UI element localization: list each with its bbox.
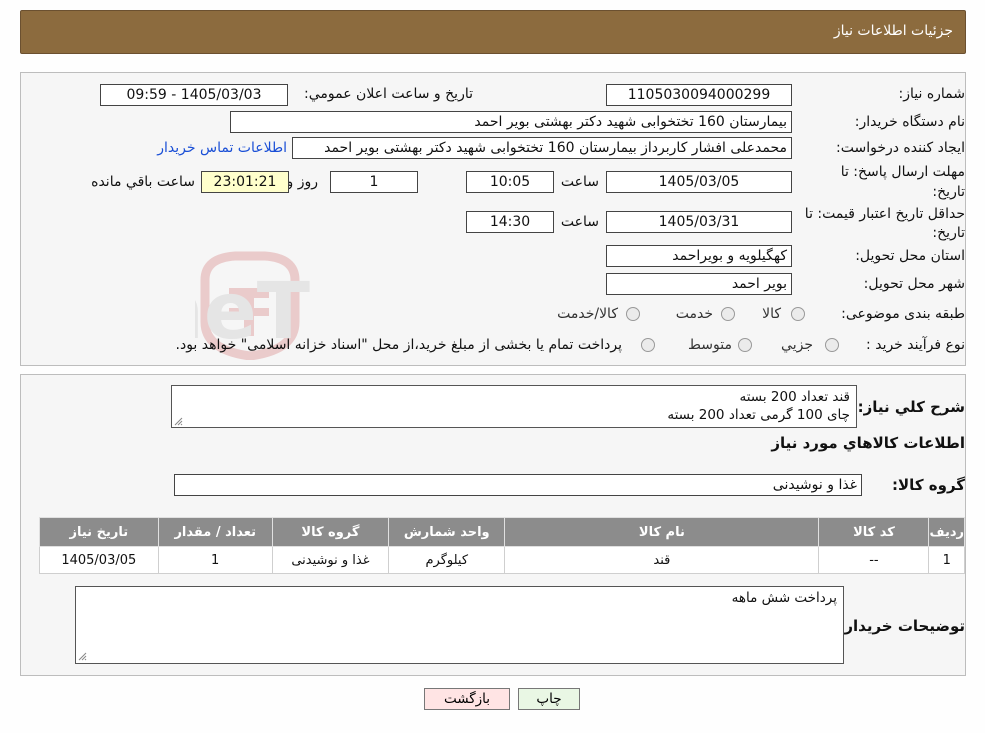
page-header: جزئیات اطلاعات نیاز xyxy=(20,10,966,54)
process-option-medium: متوسط xyxy=(688,337,732,353)
resize-grip-icon[interactable] xyxy=(78,652,87,661)
col-need-date: تاریخ نیاز xyxy=(39,517,159,547)
deadline-label-line2: تاریخ: xyxy=(932,184,965,200)
description-label: شرح کلي نياز: xyxy=(857,398,965,416)
validity-time-label: ساعت xyxy=(560,214,599,230)
buyer-notes-label: توضیحات خریدار: xyxy=(838,617,965,635)
process-radio-treasury[interactable] xyxy=(641,338,655,352)
need-number-label: شماره نیاز: xyxy=(898,86,966,102)
goods-section-title: اطلاعات کالاهاي مورد نياز xyxy=(771,434,965,452)
cell-row: 1 xyxy=(928,546,965,574)
cell-quantity: 1 xyxy=(157,546,273,574)
validity-label-line1: حداقل تاریخ اعتبار قیمت: تا xyxy=(804,206,965,222)
buyer-notes-text: پرداخت شش ماهه xyxy=(731,590,837,606)
goods-group-field: غذا و نوشیدنی xyxy=(174,474,862,496)
col-name: نام کالا xyxy=(504,517,820,547)
city-field: بویر احمد xyxy=(606,273,792,295)
requester-label: ایجاد کننده درخواست: xyxy=(836,140,965,156)
col-unit: واحد شمارش xyxy=(388,517,506,547)
back-button[interactable]: بازگشت xyxy=(424,688,510,710)
validity-date-field: 1405/03/31 xyxy=(606,211,792,233)
remaining-time-field: 23:01:21 xyxy=(201,171,289,193)
category-radio-service[interactable] xyxy=(721,307,735,321)
cell-need-date: 1405/03/05 xyxy=(39,546,159,574)
province-field: کهگیلویه و بویراحمد xyxy=(606,245,792,267)
category-radio-goods[interactable] xyxy=(791,307,805,321)
validity-label-line2: تاریخ: xyxy=(932,225,965,241)
contact-info-link[interactable]: اطلاعات تماس خريدار xyxy=(157,140,287,156)
col-group: گروه کالا xyxy=(271,517,390,547)
category-radio-goods-service[interactable] xyxy=(626,307,640,321)
requester-field: محمدعلی افشار کاربرداز بیمارستان 160 تخت… xyxy=(292,137,792,159)
need-number-field: 1105030094000299 xyxy=(606,84,792,106)
cell-name: قند xyxy=(504,546,820,574)
cell-code: -- xyxy=(818,546,930,574)
announce-label: تاریخ و ساعت اعلان عمومي: xyxy=(304,86,473,102)
process-note: پرداخت تمام یا بخشی از مبلغ خرید،از محل … xyxy=(175,337,622,353)
announce-field: 1405/03/03 - 09:59 xyxy=(100,84,288,106)
deadline-time-field: 10:05 xyxy=(466,171,554,193)
buyer-notes-textarea[interactable]: پرداخت شش ماهه xyxy=(75,586,844,664)
goods-group-label: گروه کالا: xyxy=(892,476,965,494)
process-radio-minor[interactable] xyxy=(825,338,839,352)
table-row: 1 -- قند کیلوگرم غذا و نوشیدنی 1 1405/03… xyxy=(39,546,965,574)
cell-group: غذا و نوشیدنی xyxy=(271,546,390,574)
process-radio-medium[interactable] xyxy=(738,338,752,352)
description-textarea[interactable]: قند تعداد 200 بسته چای 100 گرمی تعداد 20… xyxy=(171,385,857,428)
category-option-goods: کالا xyxy=(762,306,781,322)
goods-table: رديف کد کالا نام کالا واحد شمارش گروه کا… xyxy=(39,517,965,574)
process-label: نوع فرآیند خرید : xyxy=(866,337,965,353)
category-label: طبقه بندی موضوعی: xyxy=(841,306,965,322)
process-option-minor: جزيي xyxy=(781,337,813,353)
goods-table-header: رديف کد کالا نام کالا واحد شمارش گروه کا… xyxy=(39,517,965,547)
resize-grip-icon[interactable] xyxy=(174,417,183,426)
col-row: رديف xyxy=(928,517,965,547)
validity-time-field: 14:30 xyxy=(466,211,554,233)
col-code: کد کالا xyxy=(818,517,930,547)
description-line: قند تعداد 200 بسته xyxy=(739,389,850,405)
buyer-label: نام دستگاه خريدار: xyxy=(854,114,965,130)
col-quantity: تعداد / مقدار xyxy=(157,517,273,547)
description-line: چای 100 گرمی تعداد 200 بسته xyxy=(667,407,850,423)
deadline-date-field: 1405/03/05 xyxy=(606,171,792,193)
city-label: شهر محل تحویل: xyxy=(863,276,965,292)
days-field: 1 xyxy=(330,171,418,193)
cell-unit: کیلوگرم xyxy=(388,546,506,574)
print-button[interactable]: چاپ xyxy=(518,688,580,710)
deadline-label-line1: مهلت ارسال پاسخ: تا xyxy=(840,164,965,180)
page-title: جزئیات اطلاعات نیاز xyxy=(833,23,953,39)
remaining-label: ساعت باقي مانده xyxy=(91,174,195,190)
category-option-goods-service: کالا/خدمت xyxy=(557,306,618,322)
category-option-service: خدمت xyxy=(675,306,713,322)
province-label: استان محل تحویل: xyxy=(855,248,965,264)
days-label: روز و xyxy=(286,174,319,190)
buyer-field: بیمارستان 160 تختخوابی شهید دکتر بهشتی ب… xyxy=(230,111,792,133)
deadline-time-label: ساعت xyxy=(560,174,599,190)
